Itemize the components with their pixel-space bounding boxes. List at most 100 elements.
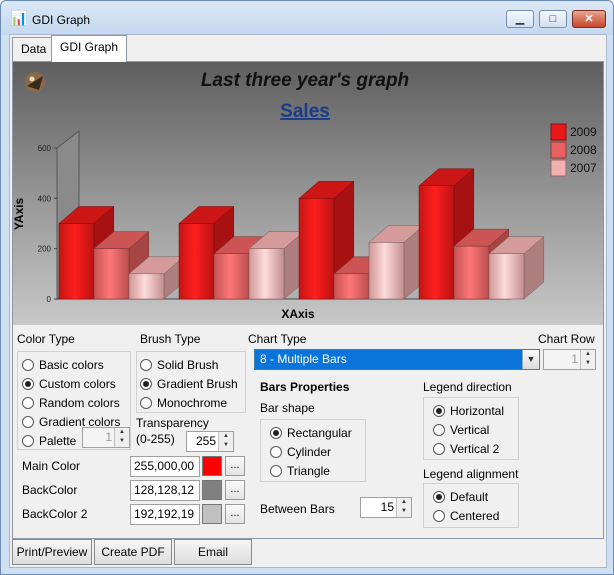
bar-shape-radio-2[interactable]: Triangle — [270, 462, 330, 480]
legend-label: 2007 — [570, 161, 597, 175]
tab-data[interactable]: Data — [12, 37, 56, 61]
color-swatch — [202, 480, 222, 500]
app-window: 📊 GDI Graph ▁ □ ✕ Data GDI Graph Last th… — [0, 0, 614, 575]
legend-direction-radio-1[interactable]: Vertical — [433, 421, 489, 439]
brush-type-radio-1[interactable]: Gradient Brush — [140, 375, 238, 393]
between-bars-value: 15 — [380, 500, 394, 514]
chart-title: Last three year's graph — [201, 70, 409, 91]
legend-direction-radio-label: Horizontal — [450, 404, 505, 418]
radio-circle-icon — [140, 397, 152, 409]
create-pdf-button[interactable]: Create PDF — [94, 539, 172, 565]
legend-alignment-label: Legend alignment — [423, 467, 519, 481]
transparency-label: Transparency — [136, 416, 209, 430]
legend-label: 2008 — [570, 143, 597, 157]
legend-direction-radio-0[interactable]: Horizontal — [433, 402, 504, 420]
bar-shape-radio-0[interactable]: Rectangular — [270, 424, 352, 442]
radio-circle-icon — [433, 424, 445, 436]
palette-stepper[interactable]: 1 ▲ ▼ — [82, 427, 130, 448]
bar-shape-radio-label: Triangle — [287, 464, 330, 478]
radio-circle-icon — [22, 359, 34, 371]
color-value-field[interactable]: 255,000,00 — [130, 456, 200, 477]
color-type-radio-label: Random colors — [39, 396, 120, 410]
legend-swatch — [550, 159, 567, 177]
chart-row-value: 1 — [571, 352, 578, 366]
legend-alignment-radio-label: Default — [450, 490, 489, 504]
y-tick-label: 600 — [38, 144, 52, 153]
transparency-stepper-arrows-icon[interactable]: ▲ ▼ — [218, 432, 233, 451]
email-button[interactable]: Email — [174, 539, 252, 565]
radio-circle-icon — [433, 405, 445, 417]
color-type-radio-label: Basic colors — [39, 358, 104, 372]
chevron-down-icon[interactable]: ▼ — [522, 350, 539, 369]
color-value-field[interactable]: 192,192,19 — [130, 504, 200, 525]
chart-type-label: Chart Type — [248, 332, 307, 346]
color-swatch — [202, 504, 222, 524]
chart-subtitle: Sales — [280, 101, 330, 122]
chart-row-label: Chart Row — [538, 332, 595, 346]
y-tick-label: 400 — [38, 194, 52, 203]
color-label: Main Color — [22, 459, 81, 473]
y-tick-label: 0 — [47, 295, 52, 304]
legend-direction-radio-label: Vertical — [450, 423, 490, 437]
app-icon: 📊 — [10, 10, 28, 26]
close-button[interactable]: ✕ — [572, 10, 606, 28]
brush-type-radio-2[interactable]: Monochrome — [140, 394, 227, 412]
legend-alignment-radio-1[interactable]: Centered — [433, 507, 499, 525]
bar — [368, 224, 425, 300]
radio-circle-icon — [22, 397, 34, 409]
chart-row-stepper-arrows-icon[interactable]: ▲ ▼ — [580, 350, 595, 369]
print-preview-button[interactable]: Print/Preview — [12, 539, 92, 565]
legend-item: 2009 — [550, 123, 597, 141]
chart-type-value: 8 - Multiple Bars — [260, 352, 347, 366]
radio-circle-icon — [140, 359, 152, 371]
brush-type-radio-0[interactable]: Solid Brush — [140, 356, 218, 374]
brush-type-radio-label: Gradient Brush — [157, 377, 238, 391]
chart-row-stepper[interactable]: 1 ▲ ▼ — [543, 349, 596, 370]
color-type-radio-2[interactable]: Random colors — [22, 394, 120, 412]
legend-direction-radio-2[interactable]: Vertical 2 — [433, 440, 499, 458]
bar-shape-radio-label: Cylinder — [287, 445, 332, 459]
between-bars-label: Between Bars — [260, 502, 335, 516]
radio-circle-icon — [22, 378, 34, 390]
color-type-label: Color Type — [17, 332, 75, 346]
bar-shape-radio-1[interactable]: Cylinder — [270, 443, 331, 461]
color-type-radio-label: Custom colors — [39, 377, 116, 391]
pick-color-button[interactable]: ... — [225, 480, 245, 500]
radio-circle-icon — [433, 491, 445, 503]
palette-value: 1 — [105, 430, 112, 444]
color-label: BackColor 2 — [22, 507, 88, 521]
transparency-stepper[interactable]: 255 ▲ ▼ — [186, 431, 234, 452]
color-type-radio-1[interactable]: Custom colors — [22, 375, 116, 393]
radio-circle-icon — [22, 416, 34, 428]
color-type-radio-0[interactable]: Basic colors — [22, 356, 104, 374]
tab-gdi-graph[interactable]: GDI Graph — [51, 35, 128, 62]
radio-circle-icon — [270, 465, 282, 477]
brush-type-radio-label: Monochrome — [157, 396, 228, 410]
client-area: Data GDI Graph Last three year's graph S… — [9, 34, 607, 568]
between-bars-stepper[interactable]: 15 ▲ ▼ — [360, 497, 412, 518]
minimize-button[interactable]: ▁ — [506, 10, 534, 28]
legend-item: 2008 — [550, 141, 597, 159]
x-axis-label: XAxis — [281, 307, 315, 321]
legend-direction-radio-label: Vertical 2 — [450, 442, 500, 456]
palette-stepper-arrows-icon[interactable]: ▲ ▼ — [114, 428, 129, 447]
radio-circle-icon — [433, 510, 445, 522]
color-value-field[interactable]: 128,128,12 — [130, 480, 200, 501]
pick-color-button[interactable]: ... — [225, 456, 245, 476]
between-bars-stepper-arrows-icon[interactable]: ▲ ▼ — [396, 498, 411, 517]
radio-circle-icon — [22, 435, 34, 447]
bar-shape-label: Bar shape — [260, 401, 315, 415]
bar-chart: Last three year's graph Sales 0 200 400 600… — [13, 62, 603, 325]
brush-type-label: Brush Type — [140, 332, 201, 346]
legend-alignment-radio-0[interactable]: Default — [433, 488, 488, 506]
radio-circle-icon — [270, 427, 282, 439]
pick-color-button[interactable]: ... — [225, 504, 245, 524]
radio-circle-icon — [433, 443, 445, 455]
maximize-button[interactable]: □ — [539, 10, 567, 28]
transparency-value: 255 — [195, 434, 216, 448]
legend-swatch — [550, 123, 567, 141]
color-label: BackColor — [22, 483, 78, 497]
color-type-radio-4[interactable]: Palette — [22, 432, 76, 450]
chart-logo-icon — [25, 72, 45, 92]
chart-type-dropdown[interactable]: 8 - Multiple Bars ▼ — [254, 349, 540, 370]
